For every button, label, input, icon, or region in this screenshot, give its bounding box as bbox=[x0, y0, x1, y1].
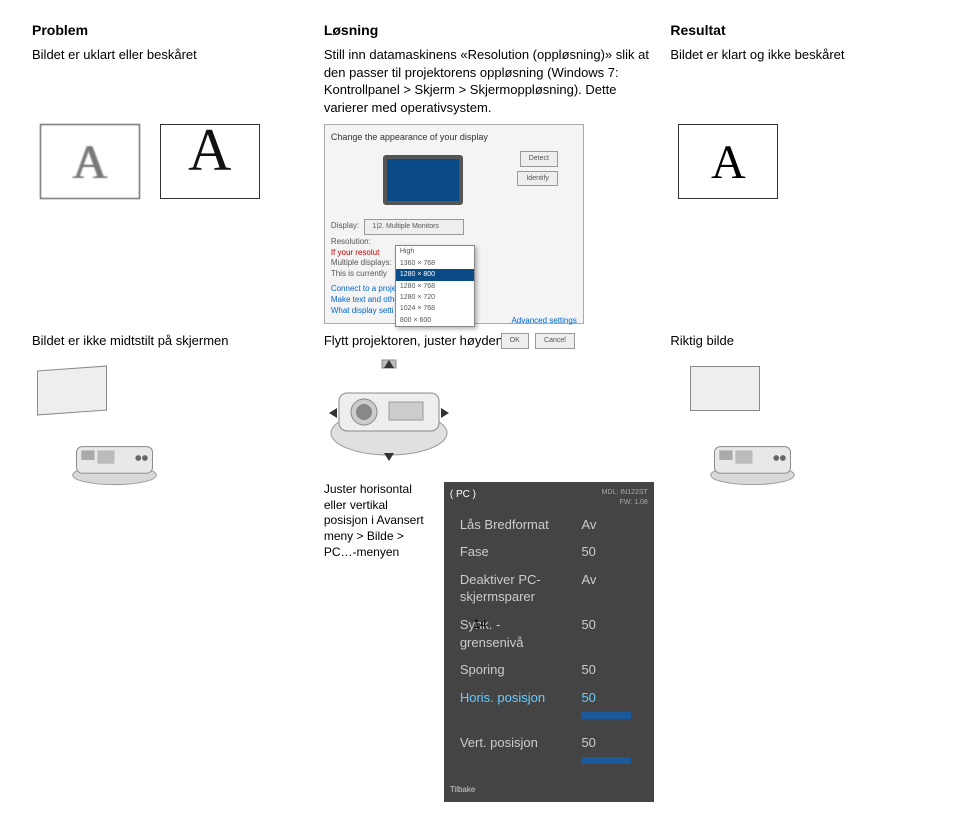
page-number: 14 bbox=[0, 617, 960, 631]
menu-row[interactable]: Fase50 bbox=[452, 539, 646, 565]
sd-title: Change the appearance of your display bbox=[331, 131, 577, 143]
row2-solution-image: Juster horisontal eller vertikal posisjo… bbox=[316, 354, 663, 806]
res-option[interactable]: 1280 × 768 bbox=[396, 281, 474, 292]
menu-row[interactable]: Sporing50 bbox=[452, 657, 646, 683]
screen-tilted bbox=[37, 365, 107, 415]
slider-bar[interactable] bbox=[581, 712, 631, 719]
res-option[interactable]: 1024 × 768 bbox=[396, 303, 474, 314]
ok-button[interactable]: OK bbox=[501, 333, 529, 348]
screen-projector-ok bbox=[670, 358, 800, 488]
windows-display-settings: Change the appearance of your display De… bbox=[324, 124, 584, 324]
menu-table: Lås BredformatAv Fase50 Deaktiver PC-skj… bbox=[450, 510, 648, 775]
identify-button[interactable]: Identify bbox=[517, 171, 558, 186]
res-high-label: High bbox=[396, 246, 474, 257]
res-option[interactable]: 1280 × 800 bbox=[396, 269, 474, 280]
row1-problem: Bildet er uklart eller beskåret bbox=[24, 42, 316, 120]
header-problem: Problem bbox=[24, 18, 316, 42]
resolution-dropdown[interactable]: High 1360 × 768 1280 × 800 1280 × 768 12… bbox=[395, 245, 475, 327]
projector-icon bbox=[67, 428, 162, 488]
cancel-button[interactable]: Cancel bbox=[535, 333, 575, 348]
projector-adjust bbox=[324, 358, 454, 473]
label-resolution: Resolution: bbox=[331, 237, 371, 246]
res-option[interactable]: 1280 × 720 bbox=[396, 292, 474, 303]
row1-problem-image: A A bbox=[24, 120, 316, 328]
screen-centered bbox=[690, 366, 760, 411]
menu-mdl: MDL: IN122ST bbox=[602, 489, 648, 496]
screen-projector-off bbox=[32, 358, 162, 488]
res-option[interactable]: 1360 × 768 bbox=[396, 258, 474, 269]
projector-front-icon bbox=[324, 358, 454, 468]
projector-icon bbox=[705, 428, 800, 488]
detect-button[interactable]: Detect bbox=[520, 151, 558, 166]
header-solution: Løsning bbox=[316, 18, 663, 42]
display-select[interactable]: 1|2. Multiple Monitors bbox=[364, 219, 464, 234]
letter-a-blurry: A bbox=[40, 124, 140, 199]
row1-result-image: A bbox=[662, 120, 936, 328]
letter-a-cut: A bbox=[160, 124, 260, 199]
label-display: Display: bbox=[331, 221, 359, 230]
row2-solution2: Juster horisontal eller vertikal posisjo… bbox=[324, 482, 434, 560]
row1-result: Bildet er klart og ikke beskåret bbox=[662, 42, 936, 120]
menu-back[interactable]: Tilbake bbox=[450, 785, 648, 796]
menu-fw: FW: 1.08 bbox=[620, 499, 648, 506]
header-result: Resultat bbox=[662, 18, 936, 42]
letter-a-clear: A bbox=[678, 124, 778, 199]
res-option[interactable]: 800 × 600 bbox=[396, 315, 474, 326]
row2-result-image bbox=[662, 354, 936, 806]
menu-row[interactable]: Horis. posisjon50 bbox=[452, 685, 646, 728]
label-multiple: Multiple displays: bbox=[331, 258, 392, 267]
menu-pc-label: ( PC ) bbox=[450, 489, 476, 500]
slider-bar[interactable] bbox=[581, 757, 631, 764]
row2-result: Riktig bilde bbox=[662, 328, 936, 354]
row2-problem-image bbox=[24, 354, 316, 806]
osd-menu: ( PC ) MDL: IN122ST FW: 1.08 Lås Bredfor… bbox=[444, 482, 654, 801]
row1-solution-image: Change the appearance of your display De… bbox=[316, 120, 663, 328]
row1-solution: Still inn datamaskinens «Resolution (opp… bbox=[316, 42, 663, 120]
menu-row[interactable]: Lås BredformatAv bbox=[452, 512, 646, 538]
menu-row[interactable]: Deaktiver PC-skjermsparerAv bbox=[452, 567, 646, 610]
monitor-icon bbox=[383, 155, 463, 205]
menu-row[interactable]: Vert. posisjon50 bbox=[452, 730, 646, 773]
row2-problem: Bildet er ikke midtstilt på skjermen bbox=[24, 328, 316, 354]
